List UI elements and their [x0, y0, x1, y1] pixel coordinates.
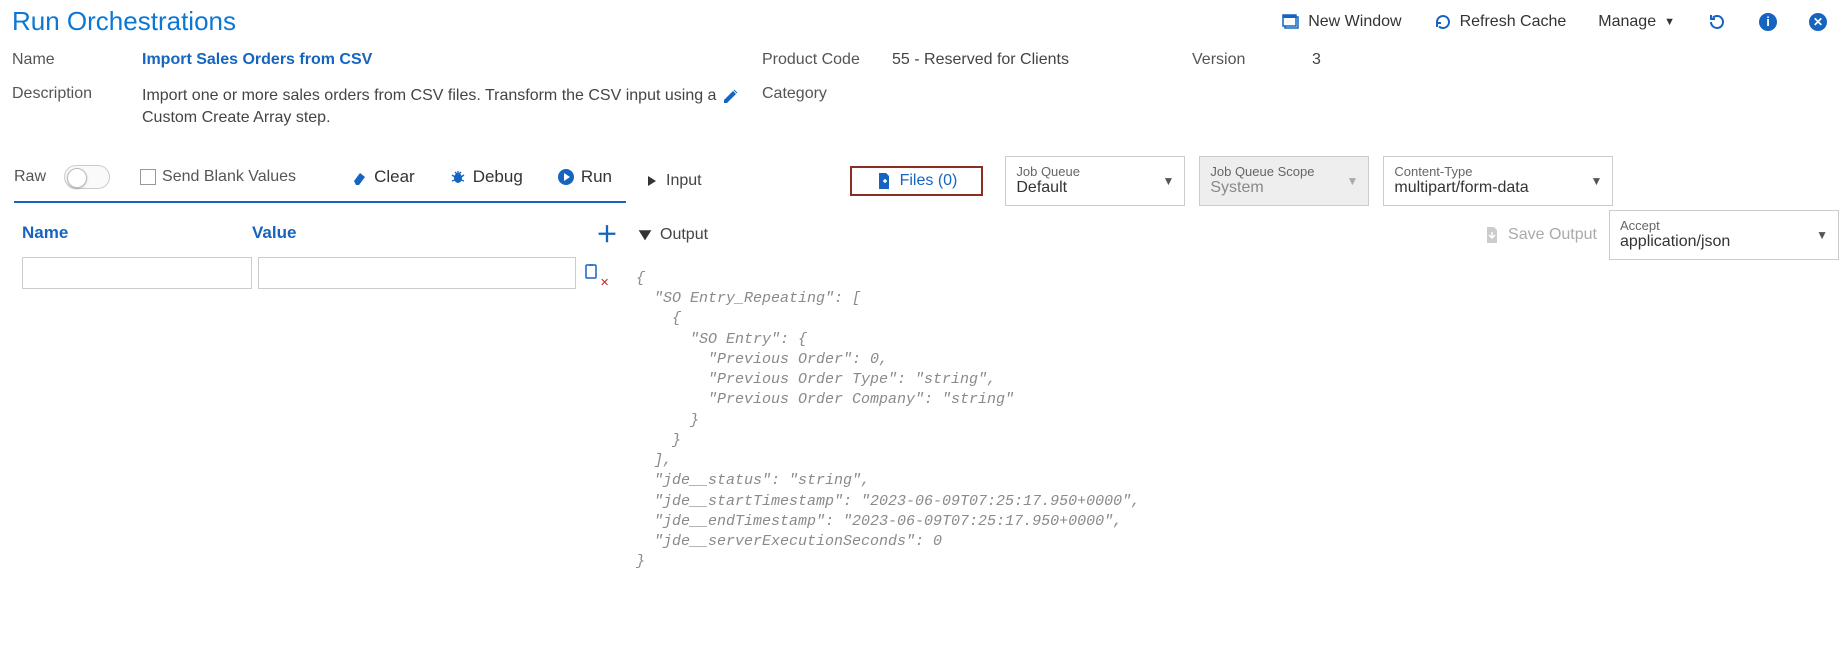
output-tab-label: Output [660, 226, 708, 244]
column-name-header: Name [22, 223, 252, 243]
refresh-cache-button[interactable]: Refresh Cache [1434, 11, 1567, 32]
content-type-select[interactable]: Content-Type multipart/form-data ▼ [1383, 156, 1613, 206]
refresh-icon [1434, 11, 1452, 32]
delete-row-button[interactable]: ✕ [582, 261, 618, 285]
accept-label: Accept [1620, 218, 1828, 233]
add-row-button[interactable]: ＋ [578, 217, 618, 249]
manage-dropdown[interactable]: Manage ▼ [1598, 13, 1675, 31]
job-queue-scope-select: Job Queue Scope System ▼ [1199, 156, 1369, 206]
description-value: Import one or more sales orders from CSV… [142, 85, 722, 130]
new-window-icon [1282, 11, 1300, 32]
send-blank-label: Send Blank Values [162, 168, 296, 186]
bug-icon [449, 167, 467, 187]
info-icon[interactable]: i [1759, 13, 1777, 31]
new-window-label: New Window [1308, 13, 1401, 31]
edit-description-button[interactable] [722, 85, 762, 106]
name-label: Name [12, 51, 142, 69]
eraser-icon [350, 167, 368, 187]
content-type-value: multipart/form-data [1394, 179, 1602, 197]
clear-label: Clear [374, 167, 415, 187]
save-output-button: Save Output [1484, 226, 1597, 244]
input-tab[interactable]: Input [626, 153, 722, 209]
job-queue-select[interactable]: Job Queue Default ▼ [1005, 156, 1185, 206]
files-tab[interactable]: Files (0) [850, 166, 984, 196]
run-button[interactable]: Run [557, 167, 612, 187]
debug-label: Debug [473, 167, 523, 187]
category-label: Category [762, 85, 892, 103]
chevron-down-icon: ▼ [1664, 16, 1675, 28]
output-tab[interactable]: Output [626, 209, 728, 261]
job-queue-value: Default [1016, 179, 1174, 197]
save-output-label: Save Output [1508, 226, 1597, 244]
product-code-label: Product Code [762, 51, 892, 69]
page-title: Run Orchestrations [12, 6, 1282, 37]
input-tab-label: Input [666, 172, 702, 190]
raw-toggle[interactable] [64, 165, 110, 189]
column-value-header: Value [252, 223, 578, 243]
job-queue-label: Job Queue [1016, 164, 1174, 179]
version-value: 3 [1312, 51, 1432, 69]
accept-select[interactable]: Accept application/json ▼ [1609, 210, 1839, 260]
content-type-label: Content-Type [1394, 164, 1602, 179]
chevron-down-icon: ▼ [1346, 174, 1358, 188]
job-queue-scope-value: System [1210, 179, 1358, 197]
job-queue-scope-label: Job Queue Scope [1210, 164, 1358, 179]
run-label: Run [581, 167, 612, 187]
product-code-value: 55 - Reserved for Clients [892, 51, 1192, 69]
send-blank-checkbox[interactable]: Send Blank Values [140, 168, 296, 186]
chevron-down-icon: ▼ [1590, 174, 1602, 188]
play-icon [557, 167, 575, 187]
clear-button[interactable]: Clear [350, 167, 415, 187]
file-add-icon [876, 172, 892, 190]
triangle-down-icon [638, 226, 652, 244]
refresh-cache-label: Refresh Cache [1460, 13, 1567, 31]
save-icon [1484, 226, 1500, 244]
output-json-display: { "SO Entry_Repeating": [ { "SO Entry": … [626, 261, 1839, 589]
raw-label: Raw [14, 168, 46, 186]
version-label: Version [1192, 51, 1312, 69]
orchestration-name: Import Sales Orders from CSV [142, 51, 722, 69]
files-tab-label: Files (0) [900, 172, 958, 190]
description-label: Description [12, 85, 142, 103]
debug-button[interactable]: Debug [449, 167, 523, 187]
checkbox-icon [140, 169, 156, 185]
reload-icon[interactable] [1707, 11, 1727, 32]
manage-label: Manage [1598, 13, 1656, 31]
close-icon[interactable]: ✕ [1809, 13, 1827, 31]
param-name-input[interactable] [22, 257, 252, 289]
triangle-right-icon [646, 172, 658, 190]
chevron-down-icon: ▼ [1816, 228, 1828, 242]
delete-x-icon: ✕ [600, 277, 609, 289]
chevron-down-icon: ▼ [1162, 174, 1174, 188]
param-value-input[interactable] [258, 257, 576, 289]
accept-value: application/json [1620, 233, 1828, 251]
new-window-button[interactable]: New Window [1282, 11, 1401, 32]
